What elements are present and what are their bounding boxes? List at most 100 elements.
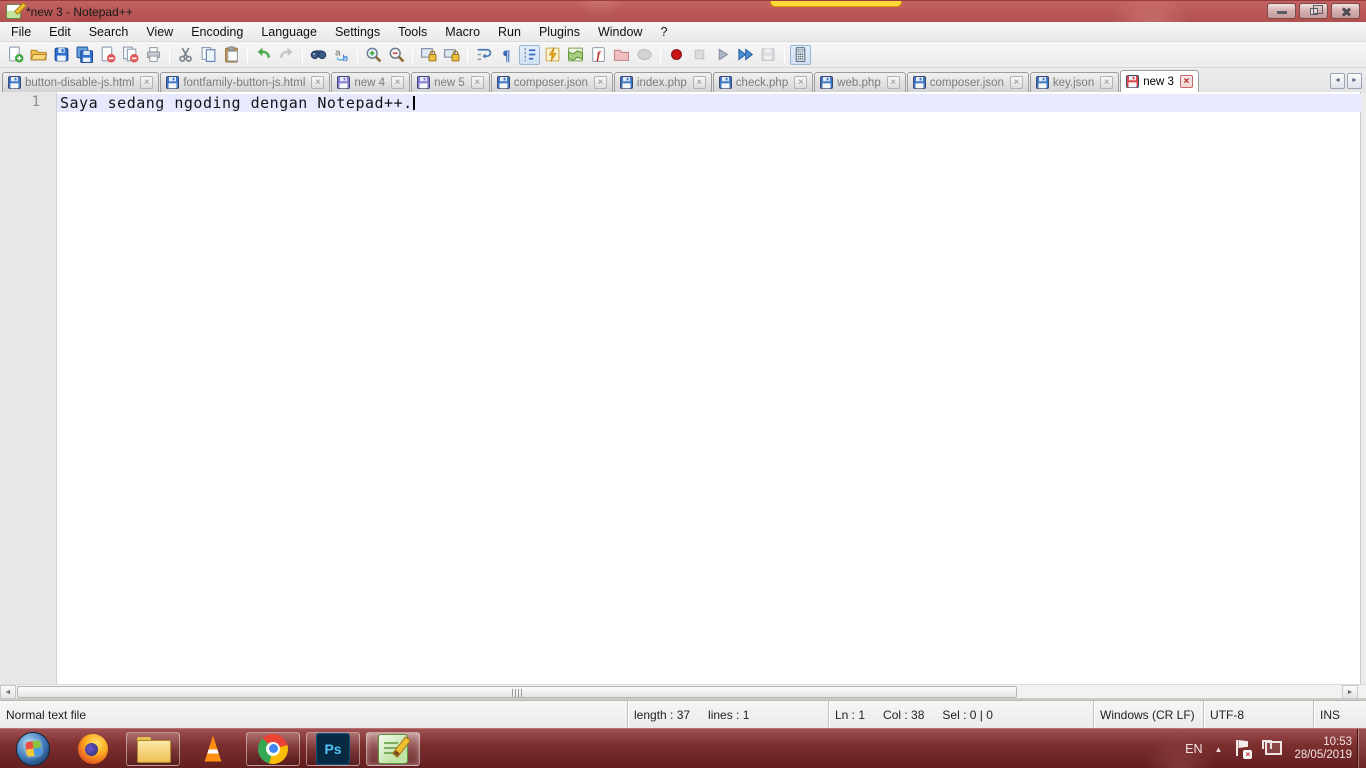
word-wrap-icon[interactable]	[473, 45, 494, 65]
menu-item-encoding[interactable]: Encoding	[182, 22, 252, 41]
tab-web-php[interactable]: web.php×	[814, 72, 905, 92]
save-file-icon[interactable]	[51, 45, 72, 65]
taskbar-button-firefox[interactable]	[66, 732, 120, 766]
taskbar-button-chrome[interactable]	[246, 732, 300, 766]
copy-icon[interactable]	[198, 45, 219, 65]
minimize-button[interactable]	[1267, 3, 1296, 19]
menu-item-macro[interactable]: Macro	[436, 22, 489, 41]
function-list-icon[interactable]: f	[588, 45, 609, 65]
tab-file-saved-icon	[620, 76, 633, 89]
scrollbar-thumb[interactable]	[17, 686, 1017, 698]
redo-icon[interactable]	[276, 45, 297, 65]
tab-close-icon[interactable]: ×	[887, 76, 900, 89]
horizontal-scrollbar[interactable]: ◄ ►	[0, 684, 1366, 700]
new-file-icon[interactable]	[5, 45, 26, 65]
taskbar-button-explorer[interactable]	[126, 732, 180, 766]
title-bar[interactable]: *new 3 - Notepad++	[0, 0, 1366, 22]
editor[interactable]: 1 Saya sedang ngoding dengan Notepad++.	[0, 92, 1366, 684]
language-indicator[interactable]: EN	[1185, 742, 1202, 756]
tab-close-icon[interactable]: ×	[391, 76, 404, 89]
paste-icon[interactable]	[221, 45, 242, 65]
macro-save-icon[interactable]	[758, 45, 779, 65]
tab-key-json[interactable]: key.json×	[1030, 72, 1119, 92]
macro-run-multiple-icon[interactable]	[735, 45, 756, 65]
close-button[interactable]	[1331, 3, 1360, 19]
close-all-icon[interactable]	[120, 45, 141, 65]
replace-icon[interactable]: ab	[331, 45, 352, 65]
document-monitor-icon[interactable]	[634, 45, 655, 65]
tab-close-icon[interactable]: ×	[794, 76, 807, 89]
tab-composer-json[interactable]: composer.json×	[491, 72, 613, 92]
status-eol-format[interactable]: Windows (CR LF)	[1093, 701, 1203, 728]
zoom-out-icon[interactable]	[386, 45, 407, 65]
style-configurator-icon[interactable]	[542, 45, 563, 65]
network-icon[interactable]	[1262, 740, 1282, 758]
document-map-icon[interactable]	[565, 45, 586, 65]
menu-item-tools[interactable]: Tools	[389, 22, 436, 41]
folder-as-workspace-icon[interactable]	[611, 45, 632, 65]
tab-button-disable-js-html[interactable]: button-disable-js.html×	[2, 72, 159, 92]
menu-item-view[interactable]: View	[137, 22, 182, 41]
taskbar-button-photoshop[interactable]: Ps	[306, 732, 360, 766]
tab-scroll-left-icon[interactable]: ◄	[1330, 73, 1345, 89]
menu-item-settings[interactable]: Settings	[326, 22, 389, 41]
tab-scroll-right-icon[interactable]: ►	[1347, 73, 1362, 89]
text-area[interactable]: Saya sedang ngoding dengan Notepad++.	[57, 92, 1361, 684]
tab-new-5[interactable]: new 5×	[411, 72, 490, 92]
menu-item-run[interactable]: Run	[489, 22, 530, 41]
tab-index-php[interactable]: index.php×	[614, 72, 712, 92]
tab-close-icon[interactable]: ×	[471, 76, 484, 89]
status-encoding[interactable]: UTF-8	[1203, 701, 1313, 728]
macro-stop-icon[interactable]	[689, 45, 710, 65]
status-insert-mode[interactable]: INS	[1313, 701, 1366, 728]
save-all-icon[interactable]	[74, 45, 95, 65]
close-file-icon[interactable]	[97, 45, 118, 65]
scroll-right-arrow-icon[interactable]: ►	[1342, 685, 1358, 699]
tray-time: 10:53	[1294, 736, 1352, 749]
tab-close-icon[interactable]: ×	[140, 76, 153, 89]
show-all-characters-icon[interactable]: ¶	[496, 45, 517, 65]
action-center-flag-icon[interactable]: ×	[1234, 740, 1250, 758]
clock[interactable]: 10:53 28/05/2019	[1294, 736, 1352, 762]
tab-check-php[interactable]: check.php×	[713, 72, 813, 92]
tab-close-icon[interactable]: ×	[594, 76, 607, 89]
print-icon[interactable]	[143, 45, 164, 65]
tab-fontfamily-button-js-html[interactable]: fontfamily-button-js.html×	[160, 72, 330, 92]
menu-item-edit[interactable]: Edit	[40, 22, 80, 41]
plugin-calculator-icon[interactable]	[790, 45, 811, 65]
scroll-left-arrow-icon[interactable]: ◄	[0, 685, 16, 699]
tab-close-icon[interactable]: ×	[1100, 76, 1113, 89]
tab-close-icon[interactable]: ×	[1010, 76, 1023, 89]
sync-vertical-scroll-icon[interactable]	[418, 45, 439, 65]
tab-close-icon[interactable]: ×	[693, 76, 706, 89]
show-hidden-icons-chevron-icon[interactable]: ▲	[1215, 745, 1223, 754]
taskbar-button-vlc[interactable]	[186, 732, 240, 766]
macro-record-icon[interactable]	[666, 45, 687, 65]
zoom-in-icon[interactable]	[363, 45, 384, 65]
menu-item-file[interactable]: File	[2, 22, 40, 41]
menu-item-plugins[interactable]: Plugins	[530, 22, 589, 41]
menu-item-help[interactable]: ?	[651, 22, 676, 41]
find-icon[interactable]	[308, 45, 329, 65]
start-button[interactable]	[6, 732, 60, 766]
status-col: Col : 38	[883, 708, 924, 722]
open-file-icon[interactable]	[28, 45, 49, 65]
macro-play-icon[interactable]	[712, 45, 733, 65]
show-desktop-button[interactable]	[1357, 729, 1366, 768]
tab-close-icon[interactable]: ×	[311, 76, 324, 89]
taskbar-button-notepad-plus-plus[interactable]	[366, 732, 420, 766]
cut-icon[interactable]	[175, 45, 196, 65]
show-indent-guide-icon[interactable]	[519, 45, 540, 65]
tab-new-4[interactable]: new 4×	[331, 72, 410, 92]
menu-item-window[interactable]: Window	[589, 22, 651, 41]
menu-item-language[interactable]: Language	[252, 22, 326, 41]
restore-button[interactable]	[1299, 3, 1328, 19]
undo-icon[interactable]	[253, 45, 274, 65]
menu-item-search[interactable]: Search	[80, 22, 138, 41]
taskbar: Ps EN ▲ × 10:53 28/05/2019	[0, 728, 1366, 768]
tab-new-3[interactable]: new 3×	[1120, 70, 1199, 92]
tab-close-icon[interactable]: ×	[1180, 75, 1193, 88]
current-line[interactable]: Saya sedang ngoding dengan Notepad++.	[57, 94, 1361, 112]
sync-horizontal-scroll-icon[interactable]	[441, 45, 462, 65]
tab-composer-json[interactable]: composer.json×	[907, 72, 1029, 92]
